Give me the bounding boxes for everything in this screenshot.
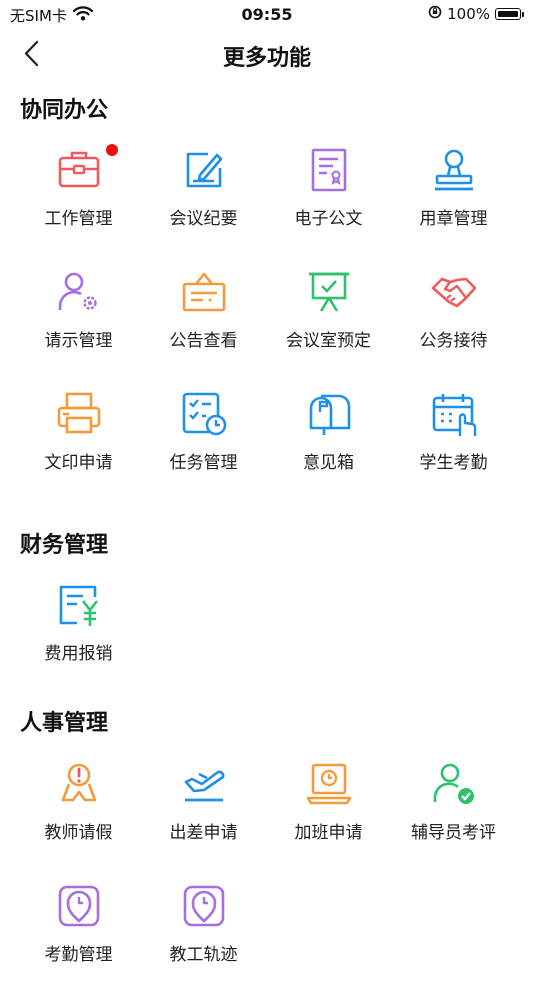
menu-item-business-trip[interactable]: 出差申请 xyxy=(141,746,266,868)
handshake-icon xyxy=(431,277,476,308)
menu-item-label: 教工轨迹 xyxy=(169,945,238,965)
notice-board-icon xyxy=(182,272,225,312)
menu-item-label: 出差申请 xyxy=(169,823,238,843)
menu-item-label: 会议纪要 xyxy=(169,209,238,229)
collaboration-grid: 工作管理 会议纪要 电子公文 用章管理 请示管理 公告查看 会议室预定 公务接待… xyxy=(16,132,516,498)
document-certificate-icon xyxy=(311,148,346,192)
menu-item-label: 加班申请 xyxy=(294,823,363,843)
menu-item-meeting-minutes[interactable]: 会议纪要 xyxy=(141,132,266,254)
clock-location-icon xyxy=(183,885,224,927)
nav-bar: 更多功能 xyxy=(0,30,534,78)
menu-item-label: 费用报销 xyxy=(44,644,113,664)
menu-item-counselor-evaluation[interactable]: 辅导员考评 xyxy=(391,746,516,868)
menu-item-label: 辅导员考评 xyxy=(411,823,496,843)
hr-grid: 教师请假 出差申请 加班申请 辅导员考评 考勤管理 教工轨迹 xyxy=(16,746,516,990)
mailbox-icon xyxy=(309,394,350,435)
menu-item-teacher-leave[interactable]: 教师请假 xyxy=(16,746,141,868)
section-title-hr: 人事管理 xyxy=(20,711,109,736)
section-title-finance: 财务管理 xyxy=(20,533,109,558)
menu-item-overtime-request[interactable]: 加班申请 xyxy=(266,746,391,868)
battery-tip xyxy=(522,11,524,17)
section-title-collaboration: 协同办公 xyxy=(20,98,109,123)
menu-item-seal-management[interactable]: 用章管理 xyxy=(391,132,516,254)
menu-item-label: 考勤管理 xyxy=(44,945,113,965)
menu-item-staff-trajectory[interactable]: 教工轨迹 xyxy=(141,868,266,990)
menu-item-notice-view[interactable]: 公告查看 xyxy=(141,254,266,376)
menu-item-label: 意见箱 xyxy=(303,453,354,473)
printer-icon xyxy=(57,392,100,434)
briefcase-icon xyxy=(58,151,99,188)
menu-item-work-management[interactable]: 工作管理 xyxy=(16,132,141,254)
menu-item-meeting-room-booking[interactable]: 会议室预定 xyxy=(266,254,391,376)
menu-item-official-reception[interactable]: 公务接待 xyxy=(391,254,516,376)
menu-item-task-management[interactable]: 任务管理 xyxy=(141,376,266,498)
presentation-board-icon xyxy=(308,272,349,312)
finance-grid: 费用报销 xyxy=(16,567,516,689)
menu-item-label: 公告查看 xyxy=(169,331,238,351)
menu-item-label: 学生考勤 xyxy=(419,453,488,473)
page-title: 更多功能 xyxy=(222,46,311,71)
menu-item-student-attendance[interactable]: 学生考勤 xyxy=(391,376,516,498)
status-right: 100% xyxy=(428,5,524,23)
menu-item-label: 请示管理 xyxy=(44,331,113,351)
status-bar: 无SIM卡 09:55 100% xyxy=(0,0,534,30)
menu-item-print-request[interactable]: 文印申请 xyxy=(16,376,141,498)
expense-yuan-icon xyxy=(59,585,98,626)
stamp-icon xyxy=(434,149,473,191)
user-check-icon xyxy=(433,763,474,804)
menu-item-expense-reimbursement[interactable]: 费用报销 xyxy=(16,567,141,689)
battery-percent: 100% xyxy=(447,5,490,23)
menu-item-attendance-management[interactable]: 考勤管理 xyxy=(16,868,141,990)
calendar-touch-icon xyxy=(432,394,476,436)
meeting-notes-icon xyxy=(186,152,222,188)
notification-badge xyxy=(106,144,118,156)
user-gear-icon xyxy=(58,272,97,310)
menu-item-label: 任务管理 xyxy=(169,453,238,473)
task-checklist-icon xyxy=(182,392,226,436)
clock-location-icon xyxy=(58,885,99,927)
teacher-leave-icon xyxy=(61,763,96,802)
battery-icon xyxy=(495,8,521,20)
menu-item-label: 会议室预定 xyxy=(286,331,371,351)
menu-item-request-management[interactable]: 请示管理 xyxy=(16,254,141,376)
menu-item-label: 文印申请 xyxy=(44,453,113,473)
rotation-lock-icon xyxy=(428,5,442,23)
menu-item-label: 用章管理 xyxy=(419,209,488,229)
airplane-icon xyxy=(184,770,224,802)
menu-item-label: 工作管理 xyxy=(44,209,113,229)
menu-item-label: 公务接待 xyxy=(419,331,488,351)
menu-item-label: 电子公文 xyxy=(294,209,363,229)
overtime-laptop-icon xyxy=(306,763,351,805)
menu-item-label: 教师请假 xyxy=(44,823,113,843)
menu-item-suggestion-box[interactable]: 意见箱 xyxy=(266,376,391,498)
menu-item-e-document[interactable]: 电子公文 xyxy=(266,132,391,254)
